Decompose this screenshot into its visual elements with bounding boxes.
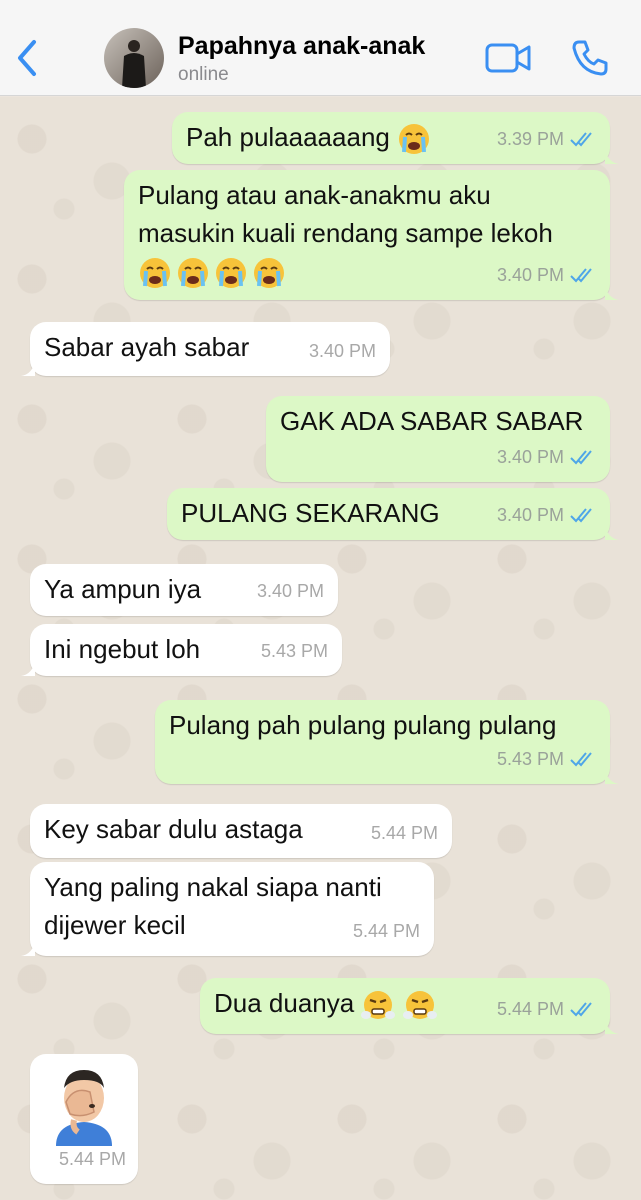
loudly-crying-face-icon	[140, 258, 170, 289]
bubble-tail	[605, 768, 619, 784]
bubble-tail	[605, 148, 619, 164]
incoming-message[interactable]: Sabar ayah sabar 3.40 PM	[21, 322, 390, 376]
read-ticks-icon	[570, 132, 592, 147]
message-text-line: Yang paling nakal siapa nanti	[44, 872, 382, 902]
contact-avatar[interactable]	[104, 28, 164, 88]
phone-call-icon	[572, 40, 608, 76]
face-with-steam-from-nose-icon	[402, 991, 437, 1020]
read-ticks-icon	[570, 268, 592, 283]
message-time: 5.43 PM	[496, 749, 564, 769]
message-text: Key sabar dulu astaga	[44, 814, 303, 844]
bubble-tail	[21, 660, 35, 676]
message-time: 3.40 PM	[496, 265, 564, 285]
loudly-crying-face-icon	[216, 258, 246, 289]
man-facepalming-sticker	[56, 1070, 112, 1146]
bubble-tail	[21, 360, 35, 376]
message-time: 3.39 PM	[496, 129, 564, 149]
message-list[interactable]: Pah pulaaaaaang 3.39 PM Pulang atau anak…	[0, 97, 641, 1200]
message-text: GAK ADA SABAR SABAR	[280, 406, 584, 436]
incoming-sticker-message[interactable]: 5.44 PM	[30, 1054, 138, 1184]
bubble-tail	[605, 524, 619, 540]
bubble-tail	[605, 284, 619, 300]
message-time: 5.44 PM	[370, 823, 438, 843]
message-text-line: masukin kuali rendang sampe lekoh	[138, 218, 553, 248]
message-text: Sabar ayah sabar	[44, 332, 250, 362]
message-time: 3.40 PM	[496, 505, 564, 525]
contact-status: online	[178, 64, 229, 85]
message-time: 3.40 PM	[256, 581, 324, 601]
outgoing-message[interactable]: GAK ADA SABAR SABAR 3.40 PM	[266, 396, 610, 482]
message-text-line: Pulang atau anak-anakmu aku	[138, 180, 491, 210]
loudly-crying-face-icon	[254, 258, 284, 289]
outgoing-message[interactable]: Pah pulaaaaaang 3.39 PM	[172, 112, 619, 164]
message-time: 5.44 PM	[58, 1149, 126, 1169]
back-chevron-icon	[18, 40, 36, 76]
read-ticks-icon	[570, 450, 592, 465]
incoming-message[interactable]: Ini ngebut loh 5.43 PM	[21, 624, 342, 676]
bubble-tail	[21, 940, 35, 956]
incoming-message[interactable]: Yang paling nakal siapa nanti dijewer ke…	[21, 862, 434, 956]
contact-name[interactable]: Papahnya anak-anak	[178, 32, 425, 61]
incoming-message[interactable]: Key sabar dulu astaga 5.44 PM	[30, 804, 452, 858]
message-time: 5.43 PM	[260, 641, 328, 661]
message-text: Dua duanya	[214, 988, 355, 1018]
message-time: 3.40 PM	[308, 341, 376, 361]
avatar-person-figure	[122, 40, 146, 88]
message-text: Pulang pah pulang pulang pulang	[169, 710, 557, 740]
chat-header: Papahnya anak-anak online	[0, 0, 641, 96]
video-call-icon	[485, 43, 531, 73]
message-text: Ini ngebut loh	[44, 634, 201, 664]
bubble-tail	[605, 1018, 619, 1034]
voice-call-button[interactable]	[570, 38, 610, 78]
outgoing-message[interactable]: Pulang atau anak-anakmu aku masukin kual…	[124, 170, 619, 300]
read-ticks-icon	[570, 1002, 592, 1017]
message-time: 5.44 PM	[496, 999, 564, 1019]
outgoing-message[interactable]: PULANG SEKARANG 3.40 PM	[167, 488, 619, 540]
message-text-line: dijewer kecil	[44, 910, 186, 940]
outgoing-message[interactable]: Dua duanya 5.44 PM	[200, 978, 619, 1034]
read-ticks-icon	[570, 508, 592, 523]
video-call-button[interactable]	[484, 40, 532, 76]
face-with-steam-from-nose-icon	[361, 991, 396, 1020]
loudly-crying-face-icon	[178, 258, 208, 289]
message-time: 5.44 PM	[352, 921, 420, 941]
loudly-crying-face-icon	[399, 124, 430, 155]
incoming-message[interactable]: Ya ampun iya 3.40 PM	[30, 564, 338, 616]
message-text: Pah pulaaaaaang	[186, 122, 390, 152]
outgoing-message[interactable]: Pulang pah pulang pulang pulang 5.43 PM	[155, 700, 619, 784]
read-ticks-icon	[570, 752, 592, 767]
back-button[interactable]	[10, 36, 46, 80]
message-time: 3.40 PM	[496, 447, 564, 467]
message-text: Ya ampun iya	[44, 574, 202, 604]
message-text: PULANG SEKARANG	[181, 498, 440, 528]
